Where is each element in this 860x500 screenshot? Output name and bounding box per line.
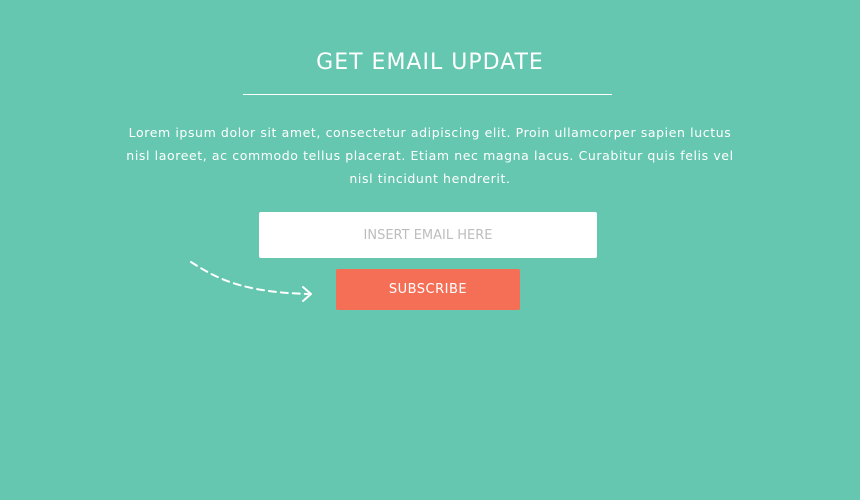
email-input[interactable] xyxy=(259,212,597,258)
subscribe-button[interactable]: SUBSCRIBE xyxy=(336,269,520,310)
title-divider xyxy=(243,94,612,95)
newsletter-description: Lorem ipsum dolor sit amet, consectetur … xyxy=(126,125,734,186)
dashed-curved-arrow-icon xyxy=(190,261,312,302)
newsletter-title: GET EMAIL UPDATE xyxy=(316,50,544,75)
newsletter-section: GET EMAIL UPDATE Lorem ipsum dolor sit a… xyxy=(0,0,860,500)
